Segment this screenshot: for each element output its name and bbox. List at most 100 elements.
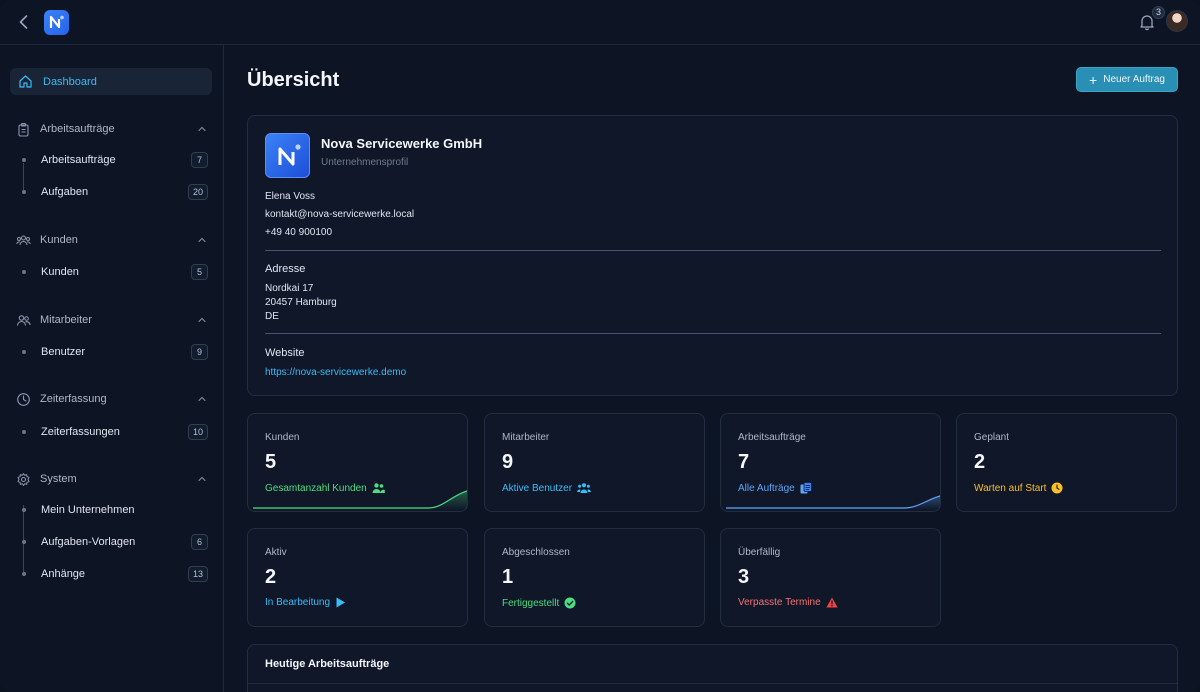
play-icon [336, 597, 346, 608]
topbar: 3 [0, 0, 1200, 45]
warning-icon [826, 597, 838, 608]
plus-icon: + [1089, 71, 1098, 88]
count-badge: 7 [191, 152, 208, 168]
bullet-icon [22, 158, 26, 162]
sidebar-group-kunden[interactable]: Kunden [16, 230, 208, 250]
bullet-icon [22, 430, 26, 434]
address-label: Adresse [265, 263, 306, 275]
chevron-left-icon[interactable] [14, 12, 34, 32]
sidebar-item-zeiterfassungen[interactable]: Zeiterfassungen 10 [18, 421, 208, 443]
users-icon [16, 314, 31, 326]
bullet-icon [22, 270, 26, 274]
sidebar-item-arbeitsauftraege[interactable]: Arbeitsaufträge 7 [18, 149, 208, 171]
count-badge: 13 [187, 566, 208, 582]
sidebar-item-mein-unternehmen[interactable]: Mein Unternehmen [18, 499, 208, 521]
users-group-icon [16, 234, 31, 245]
chevron-up-icon [198, 396, 206, 402]
app-logo[interactable] [44, 10, 69, 35]
stat-subtitle: In Bearbeitung [265, 597, 346, 608]
main-content: Übersicht + Neuer Auftrag Nova Servicewe… [225, 45, 1200, 692]
avatar[interactable] [1166, 10, 1188, 32]
sidebar-group-zeiterfassung[interactable]: Zeiterfassung [16, 389, 208, 409]
sidebar-group-arbeitsauftraege[interactable]: Arbeitsaufträge [16, 119, 208, 139]
clock-icon [1051, 482, 1063, 494]
stat-label: Mitarbeiter [502, 432, 550, 443]
sidebar-item-aufgaben-vorlagen[interactable]: Aufgaben-Vorlagen 6 [18, 531, 208, 553]
stat-card-aktiv[interactable]: Aktiv 2 In Bearbeitung [247, 528, 468, 627]
new-order-label: Neuer Auftrag [1103, 74, 1165, 85]
stat-card-ueberfaellig[interactable]: Überfällig 3 Verpasste Termine [720, 528, 941, 627]
stat-value: 2 [265, 566, 277, 588]
count-badge: 5 [191, 264, 208, 280]
address-street: Nordkai 17 [265, 283, 314, 294]
sidebar-group-mitarbeiter[interactable]: Mitarbeiter [16, 310, 208, 330]
company-logo [265, 133, 310, 178]
stat-card-arbeitsauftraege[interactable]: Arbeitsaufträge 7 Alle Aufträge [720, 413, 941, 512]
chevron-up-icon [198, 237, 206, 243]
new-order-button[interactable]: + Neuer Auftrag [1076, 67, 1178, 92]
stat-card-mitarbeiter[interactable]: Mitarbeiter 9 Aktive Benutzer [484, 413, 705, 512]
contact-name: Elena Voss [265, 191, 316, 202]
gear-icon [17, 472, 30, 486]
address-country: DE [265, 311, 279, 322]
stat-label: Arbeitsaufträge [738, 432, 806, 443]
bullet-icon [22, 508, 26, 512]
stat-subtitle: Verpasste Termine [738, 597, 838, 608]
stat-card-kunden[interactable]: Kunden 5 Gesamtanzahl Kunden [247, 413, 468, 512]
divider [265, 250, 1161, 251]
stat-label: Aktiv [265, 547, 287, 558]
sidebar: Dashboard Arbeitsaufträge Arbeitsaufträg… [0, 45, 224, 692]
bullet-icon [22, 350, 26, 354]
stat-subtitle: Aktive Benutzer [502, 482, 592, 494]
address-city: 20457 Hamburg [265, 297, 337, 308]
bullet-icon [22, 572, 26, 576]
chevron-up-icon [198, 126, 206, 132]
count-badge: 9 [191, 344, 208, 360]
today-orders-card: Heutige Arbeitsaufträge [247, 644, 1178, 692]
sparkline-kunden [253, 490, 467, 510]
stat-value: 7 [738, 451, 750, 473]
sidebar-group-system[interactable]: System [16, 469, 208, 489]
sidebar-item-aufgaben[interactable]: Aufgaben 20 [18, 181, 208, 203]
chevron-up-icon [198, 476, 206, 482]
count-badge: 10 [187, 424, 208, 440]
stat-label: Geplant [974, 432, 1010, 443]
company-subtitle: Unternehmensprofil [321, 157, 409, 168]
website-link[interactable]: https://nova-servicewerke.demo [265, 367, 406, 378]
stat-card-abgeschlossen[interactable]: Abgeschlossen 1 Fertiggestellt [484, 528, 705, 627]
count-badge: 6 [191, 534, 208, 550]
stat-value: 2 [974, 451, 986, 473]
sidebar-item-anhaenge[interactable]: Anhänge 13 [18, 563, 208, 585]
section-title: Heutige Arbeitsaufträge [265, 658, 390, 670]
chevron-up-icon [198, 317, 206, 323]
sidebar-item-benutzer[interactable]: Benutzer 9 [18, 341, 208, 363]
stat-label: Kunden [265, 432, 300, 443]
sidebar-item-kunden[interactable]: Kunden 5 [18, 261, 208, 283]
bullet-icon [22, 540, 26, 544]
company-name: Nova Servicewerke GmbH [321, 136, 483, 151]
users-group-icon [577, 483, 592, 493]
stat-subtitle: Warten auf Start [974, 482, 1063, 494]
stat-card-geplant[interactable]: Geplant 2 Warten auf Start [956, 413, 1177, 512]
check-circle-icon [564, 597, 576, 609]
stat-value: 9 [502, 451, 514, 473]
sparkline-arbeitsauftraege [726, 495, 940, 510]
count-badge: 20 [187, 184, 208, 200]
page-title: Übersicht [247, 69, 340, 91]
clock-icon [17, 392, 30, 406]
sidebar-item-dashboard[interactable]: Dashboard [10, 68, 212, 95]
stat-value: 1 [502, 566, 514, 588]
stat-value: 5 [265, 451, 277, 473]
stat-label: Abgeschlossen [502, 547, 570, 558]
bullet-icon [22, 190, 26, 194]
notification-badge: 3 [1152, 6, 1166, 19]
stat-subtitle: Fertiggestellt [502, 597, 576, 609]
clipboard-icon [18, 122, 29, 137]
sidebar-item-label: Dashboard [43, 75, 97, 88]
stat-value: 3 [738, 566, 750, 588]
stat-label: Überfällig [738, 547, 781, 558]
contact-email: kontakt@nova-servicewerke.local [265, 209, 415, 220]
divider [248, 683, 1177, 684]
home-icon [19, 75, 32, 88]
company-profile-card: Nova Servicewerke GmbH Unternehmensprofi… [247, 115, 1178, 396]
